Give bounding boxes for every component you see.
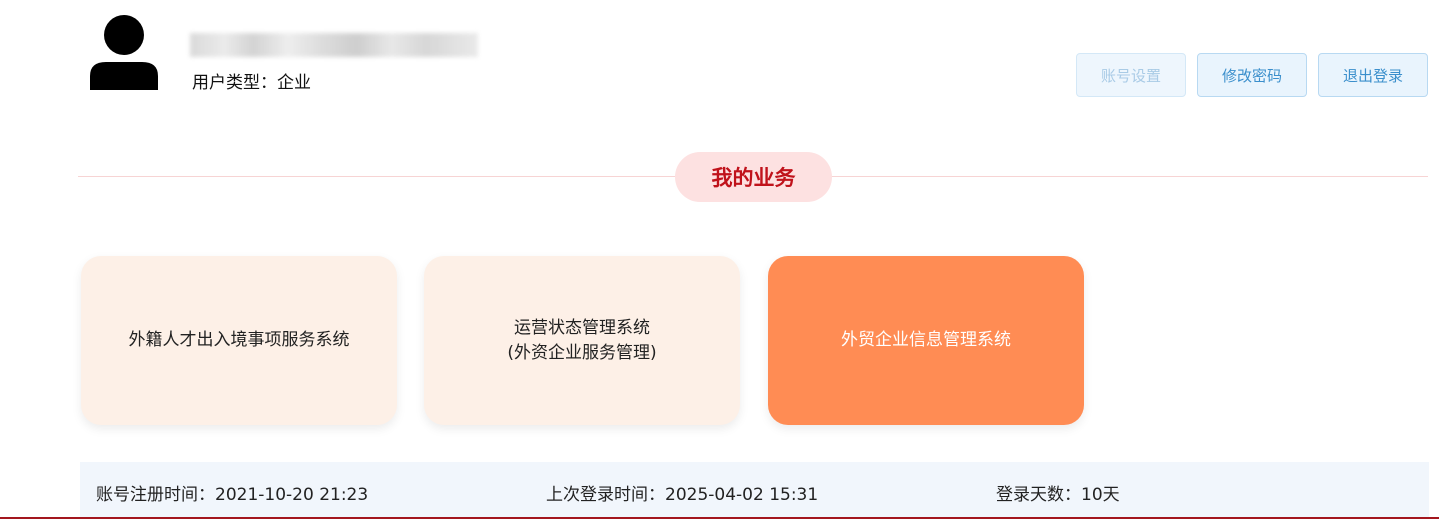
card-subtitle: (外资企业服务管理) [507,342,657,363]
card-title: 外贸企业信息管理系统 [841,330,1011,350]
user-type-value: 企业 [277,73,311,93]
business-card-foreign-trade[interactable]: 外贸企业信息管理系统 [768,256,1084,425]
account-info-bar: 账号注册时间：2021-10-20 21:23 上次登录时间：2025-04-0… [80,462,1429,517]
user-type: 用户类型：企业 [192,68,311,93]
business-card-foreign-talent[interactable]: 外籍人才出入境事项服务系统 [81,256,397,425]
user-type-label: 用户类型： [192,73,277,93]
change-password-button[interactable]: 修改密码 [1197,53,1307,97]
login-days: 登录天数：10天 [996,480,1120,505]
section-title: 我的业务 [675,152,832,202]
card-title: 外籍人才出入境事项服务系统 [128,330,350,350]
card-title: 运营状态管理系统 [514,317,650,338]
account-settings-button[interactable]: 账号设置 [1076,53,1186,97]
last-login-value: 2025-04-02 15:31 [665,485,819,505]
register-time: 账号注册时间：2021-10-20 21:23 [96,480,368,505]
login-days-label: 登录天数： [996,485,1081,505]
last-login-label: 上次登录时间： [546,485,665,505]
username-redacted [190,33,478,57]
login-days-value: 10天 [1081,485,1120,505]
avatar-icon [88,14,160,90]
business-card-operation-status[interactable]: 运营状态管理系统 (外资企业服务管理) [424,256,740,425]
logout-button[interactable]: 退出登录 [1318,53,1428,97]
last-login-time: 上次登录时间：2025-04-02 15:31 [546,480,818,505]
register-time-label: 账号注册时间： [96,485,215,505]
register-time-value: 2021-10-20 21:23 [215,485,369,505]
